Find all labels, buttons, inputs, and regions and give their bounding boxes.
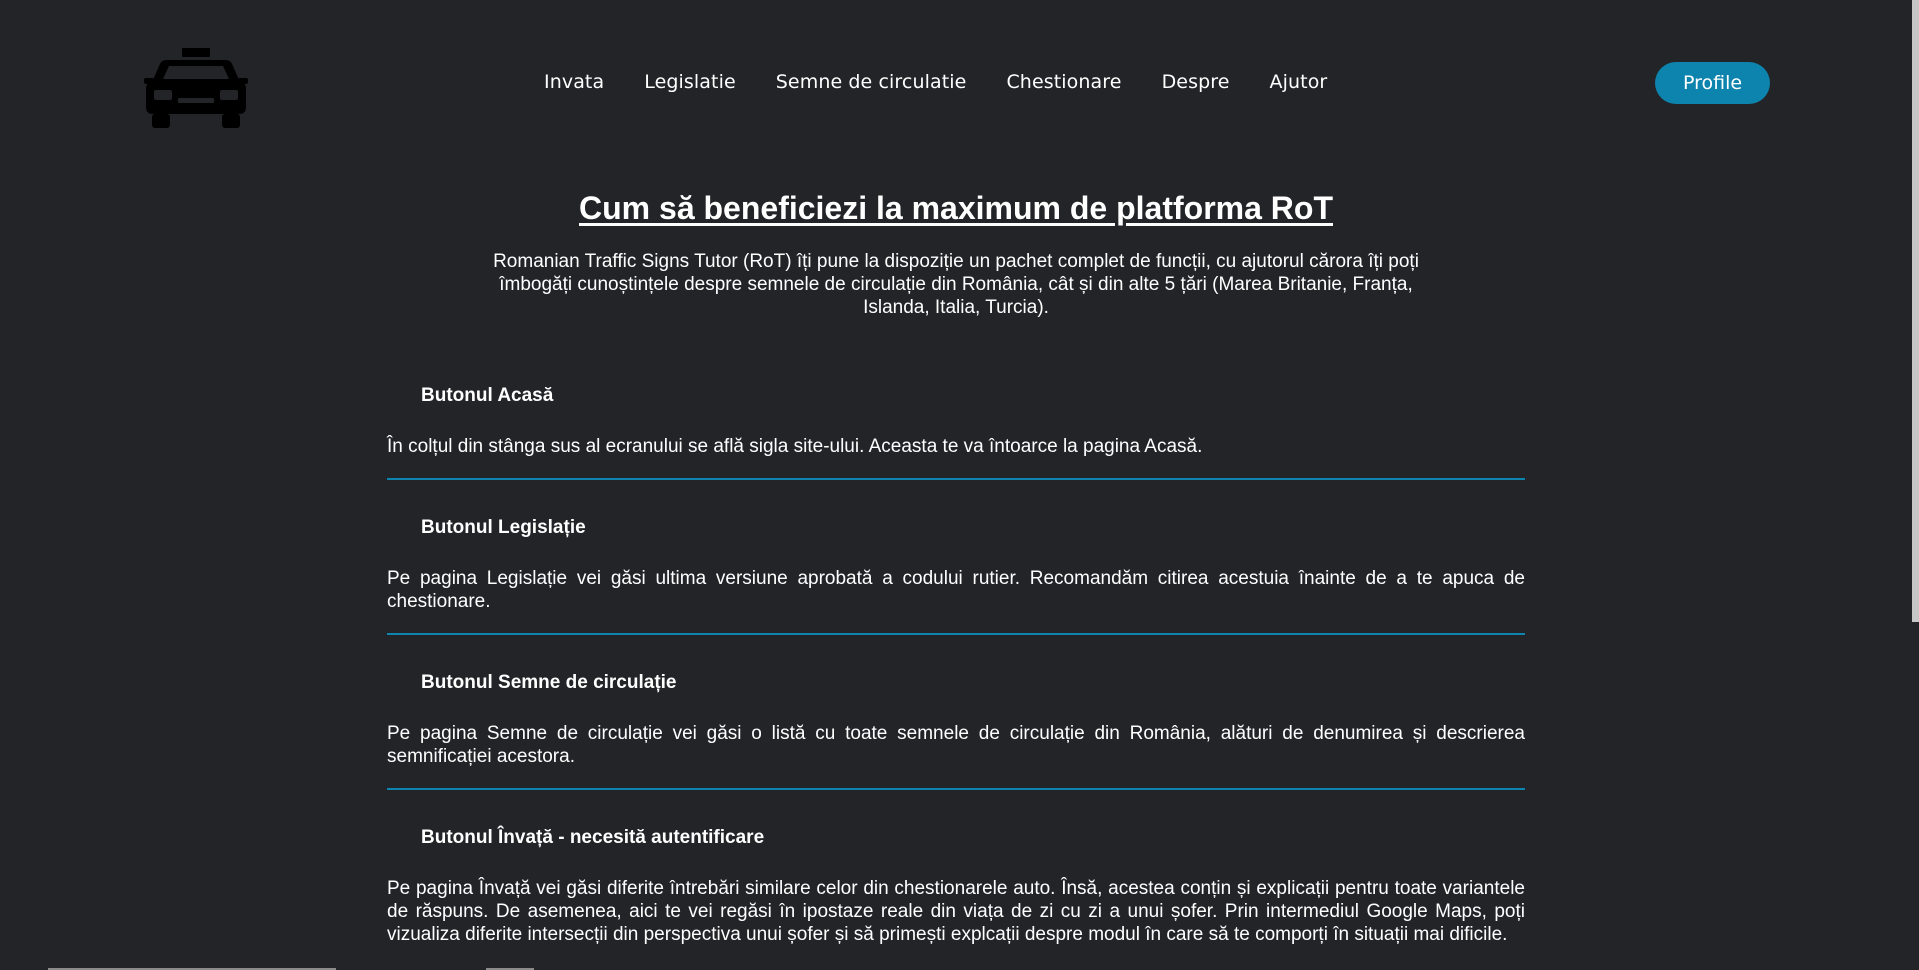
vertical-scrollbar[interactable] (1912, 0, 1919, 622)
section-heading: Butonul Învață - necesită autentificare (421, 827, 765, 848)
section-heading: Butonul Acasă (421, 385, 554, 406)
main-nav: Invata Legislatie Semne de circulatie Ch… (544, 71, 1367, 93)
section-divider (387, 788, 1525, 790)
help-sections: Butonul Acasă În colțul din stânga sus a… (387, 384, 1525, 946)
section-semne-de-circulatie: Butonul Semne de circulație Pe pagina Se… (387, 671, 1525, 768)
section-text: Pe pagina Învață vei găsi diferite între… (387, 878, 1525, 945)
nav-link-chestionare[interactable]: Chestionare (1006, 71, 1121, 93)
section-text: În colțul din stânga sus al ecranului se… (387, 436, 1203, 457)
nav-link-legislatie[interactable]: Legislatie (644, 71, 736, 93)
section-text: Pe pagina Legislație vei găsi ultima ver… (387, 568, 1525, 612)
nav-link-invata[interactable]: Invata (544, 71, 604, 93)
nav-link-semne-de-circulatie[interactable]: Semne de circulatie (776, 71, 967, 93)
nav-link-ajutor[interactable]: Ajutor (1270, 71, 1328, 93)
section-divider (387, 633, 1525, 635)
section-acasa: Butonul Acasă În colțul din stânga sus a… (387, 384, 1525, 458)
section-text: Pe pagina Semne de circulație vei găsi o… (387, 723, 1525, 767)
section-heading: Butonul Legislație (421, 517, 586, 538)
section-heading: Butonul Semne de circulație (421, 672, 677, 693)
intro-paragraph: Romanian Traffic Signs Tutor (RoT) îți p… (493, 251, 1419, 318)
profile-button[interactable]: Profile (1655, 62, 1770, 104)
section-legislatie: Butonul Legislație Pe pagina Legislație … (387, 516, 1525, 613)
section-divider (387, 478, 1525, 480)
nav-link-despre[interactable]: Despre (1162, 71, 1230, 93)
page-title: Cum să beneficiezi la maximum de platfor… (579, 190, 1333, 226)
taxi-car-icon[interactable] (144, 48, 248, 130)
section-invata: Butonul Învață - necesită autentificare … (387, 826, 1525, 946)
